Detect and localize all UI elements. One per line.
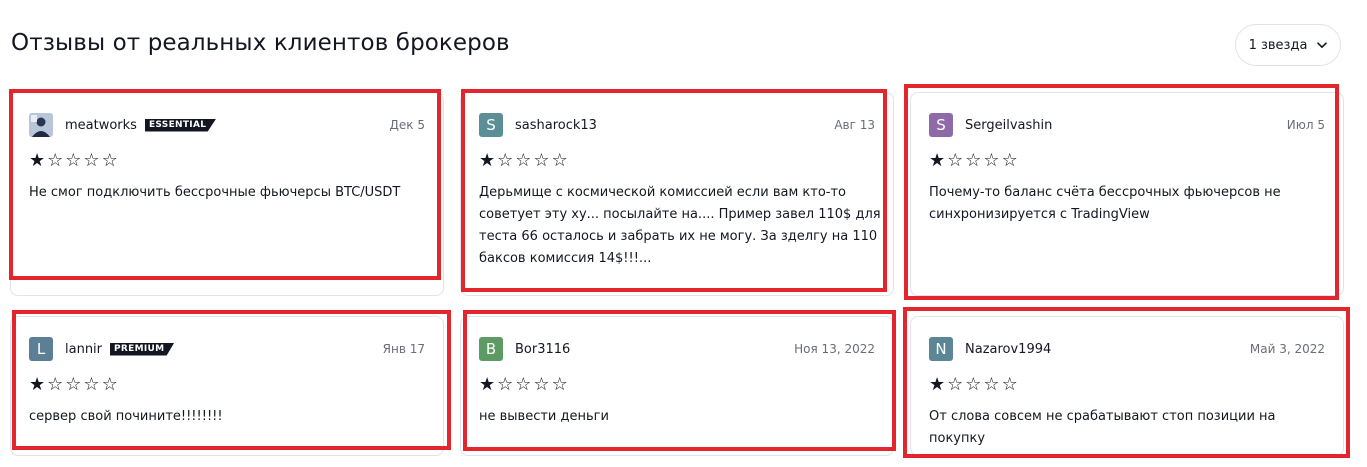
review-date: Июл 5 <box>1286 118 1325 132</box>
avatar[interactable] <box>29 113 53 137</box>
review-text: Дерьмище с космической комиссией если ва… <box>479 185 881 266</box>
star-empty-icon: ☆ <box>47 374 64 395</box>
avatar[interactable]: B <box>479 337 503 361</box>
star-empty-icon: ☆ <box>101 150 118 171</box>
review-date: Май 3, 2022 <box>1249 342 1325 356</box>
star-filled-icon: ★ <box>479 150 496 171</box>
review-text: От слова совсем не срабатывают стоп пози… <box>929 409 1276 446</box>
review-header: Ssasharock13 Авг 13 <box>479 113 875 137</box>
plan-badge: PREMIUM <box>110 342 175 356</box>
review-header: N Nazarov1994 Май 3, 2022 <box>929 337 1325 361</box>
star-empty-icon: ☆ <box>65 374 82 395</box>
star-rating: ★ ☆ ☆ ☆ ☆ <box>479 151 568 171</box>
username-link[interactable]: meatworks <box>65 118 137 133</box>
username-link[interactable]: Nazarov1994 <box>965 342 1051 357</box>
star-empty-icon: ☆ <box>533 150 550 171</box>
star-empty-icon: ☆ <box>515 374 532 395</box>
star-empty-icon: ☆ <box>947 150 964 171</box>
page-title: Отзывы от реальных клиентов брокеров <box>11 30 510 56</box>
star-filled-icon: ★ <box>929 374 946 395</box>
chevron-down-icon <box>1317 41 1328 48</box>
review-card: Llannir PREMIUM Янв 17 ★ ☆ ☆ ☆ ☆ сервер свой поч… <box>10 316 444 456</box>
star-rating: ★ ☆ ☆ ☆ ☆ <box>929 375 1018 395</box>
review-date: Дек 5 <box>389 118 425 132</box>
review-card: N Nazarov1994 Май 3, 2022 ★ ☆ ☆ ☆ ☆ От слова сов… <box>910 316 1344 456</box>
star-empty-icon: ☆ <box>497 374 514 395</box>
star-empty-icon: ☆ <box>47 150 64 171</box>
star-rating: ★ ☆ ☆ ☆ ☆ <box>929 151 1018 171</box>
star-empty-icon: ☆ <box>65 150 82 171</box>
avatar[interactable]: S <box>929 113 953 137</box>
star-empty-icon: ☆ <box>1001 374 1018 395</box>
star-empty-icon: ☆ <box>83 150 100 171</box>
review-card: Ssasharock13 Авг 13 ★ ☆ ☆ ☆ ☆ Дерьмище с космич… <box>460 92 894 296</box>
avatar[interactable]: L <box>29 337 53 361</box>
star-empty-icon: ☆ <box>515 150 532 171</box>
avatar[interactable]: N <box>929 337 953 361</box>
star-empty-icon: ☆ <box>965 374 982 395</box>
review-header: S Sergeilvashin Июл 5 <box>929 113 1325 137</box>
star-filled-icon: ★ <box>479 374 496 395</box>
review-date: Авг 13 <box>834 118 875 132</box>
star-empty-icon: ☆ <box>947 374 964 395</box>
review-text: Почему-то баланс счёта бессрочных фьючер… <box>929 185 1281 222</box>
review-header: meatworks ESSENTIAL Дек 5 <box>29 113 425 137</box>
star-empty-icon: ☆ <box>1001 150 1018 171</box>
review-text: Не смог подключить бессрочные фьючерсы B… <box>29 185 401 200</box>
review-text: не вывести деньги <box>479 409 609 424</box>
star-empty-icon: ☆ <box>551 150 568 171</box>
username-link[interactable]: sasharock13 <box>515 118 597 133</box>
plan-badge: ESSENTIAL <box>144 118 217 132</box>
star-filter-label: 1 звезда <box>1248 37 1308 53</box>
review-card: S Sergeilvashin Июл 5 ★ ☆ ☆ ☆ ☆ Почему-то баланс… <box>910 92 1344 296</box>
review-card: meatworks ESSENTIAL Дек 5 ★ ☆ ☆ ☆ ☆ Не смог подк… <box>10 92 444 296</box>
user-photo-icon <box>29 113 53 137</box>
star-empty-icon: ☆ <box>551 374 568 395</box>
star-filter-dropdown[interactable]: 1 звезда <box>1235 24 1341 66</box>
review-card: B Bor3116 Ноя 13, 2022 ★ ☆ ☆ ☆ ☆ не вывести день… <box>460 316 894 456</box>
star-empty-icon: ☆ <box>983 374 1000 395</box>
username-link[interactable]: lannir <box>65 342 102 357</box>
username-link[interactable]: Sergeilvashin <box>965 118 1052 133</box>
star-empty-icon: ☆ <box>101 374 118 395</box>
star-empty-icon: ☆ <box>497 150 514 171</box>
star-rating: ★ ☆ ☆ ☆ ☆ <box>479 375 568 395</box>
star-rating: ★ ☆ ☆ ☆ ☆ <box>29 375 118 395</box>
star-filled-icon: ★ <box>929 150 946 171</box>
username-link[interactable]: Bor3116 <box>515 342 570 357</box>
star-empty-icon: ☆ <box>965 150 982 171</box>
review-text: сервер свой почините!!!!!!!! <box>29 409 223 424</box>
avatar[interactable]: S <box>479 113 503 137</box>
review-date: Ноя 13, 2022 <box>794 342 875 356</box>
star-empty-icon: ☆ <box>83 374 100 395</box>
star-filled-icon: ★ <box>29 150 46 171</box>
star-rating: ★ ☆ ☆ ☆ ☆ <box>29 151 118 171</box>
star-empty-icon: ☆ <box>533 374 550 395</box>
review-date: Янв 17 <box>382 342 425 356</box>
star-filled-icon: ★ <box>29 374 46 395</box>
review-header: Llannir PREMIUM Янв 17 <box>29 337 425 361</box>
review-header: B Bor3116 Ноя 13, 2022 <box>479 337 875 361</box>
star-empty-icon: ☆ <box>983 150 1000 171</box>
